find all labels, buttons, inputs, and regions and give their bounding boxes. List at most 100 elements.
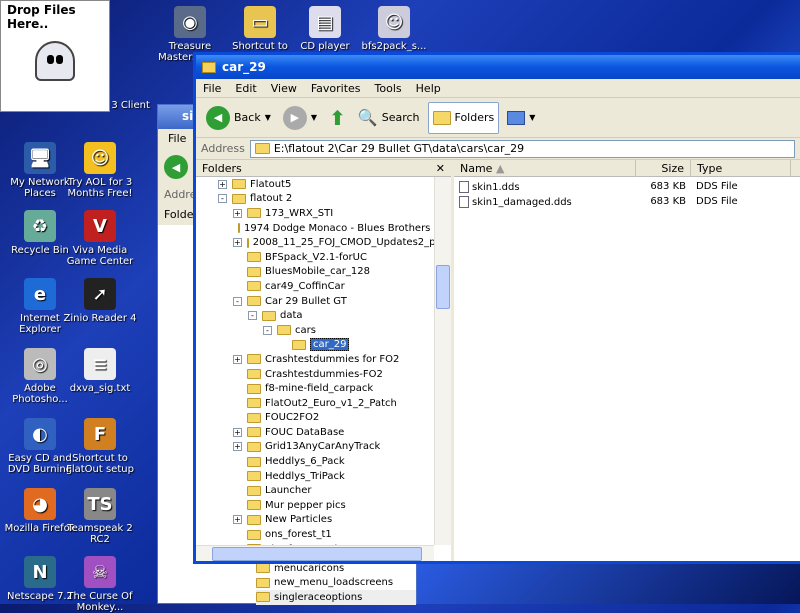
folder-icon: [247, 441, 261, 452]
back-label: Back: [234, 111, 261, 124]
search-button[interactable]: 🔍 Search: [354, 102, 424, 134]
app-icon: ◕: [24, 488, 56, 520]
back-button[interactable]: ◀ Back ▼: [202, 102, 275, 134]
tree-item-label: car_29: [310, 338, 350, 352]
desktop-icon[interactable]: TS Teamspeak 2 RC2: [60, 488, 140, 545]
tree-item[interactable]: + Flatout5: [196, 177, 434, 192]
collapse-icon[interactable]: -: [218, 194, 227, 204]
folder-icon: [232, 179, 246, 190]
desktop-icon[interactable]: ➚ Zinio Reader 4: [60, 278, 140, 324]
address-input[interactable]: E:\flatout 2\Car 29 Bullet GT\data\cars\…: [249, 139, 795, 158]
tree-vertical-scrollbar[interactable]: [434, 177, 451, 545]
collapse-icon[interactable]: -: [263, 325, 272, 335]
file-list-pane: Name ▲ Size Type skin1.dds 683 KB DDS File…: [454, 159, 800, 561]
tree-item[interactable]: FlatOut2_Euro_v1_2_Patch: [196, 396, 434, 411]
explorer-window[interactable]: car_29 File Edit View Favorites Tools He…: [193, 52, 800, 564]
file-row[interactable]: skin1_damaged.dds 683 KB DDS File: [454, 194, 800, 209]
menu-file[interactable]: File: [196, 82, 228, 95]
views-button[interactable]: ▼: [503, 102, 539, 134]
tree-item[interactable]: + Grid13AnyCarAnyTrack: [196, 440, 434, 455]
tree-item[interactable]: BluesMobile_car_128: [196, 265, 434, 280]
column-type[interactable]: Type: [691, 159, 791, 177]
tree-item[interactable]: Launcher: [196, 483, 434, 498]
menu-favorites[interactable]: Favorites: [304, 82, 368, 95]
expand-icon[interactable]: +: [233, 208, 242, 218]
file-size: 683 KB: [650, 181, 686, 192]
tree-item[interactable]: + New Particles: [196, 513, 434, 528]
file-name: skin1.dds: [472, 181, 520, 193]
chevron-down-icon[interactable]: ▼: [311, 113, 317, 122]
address-label: Address: [201, 142, 245, 155]
expand-icon[interactable]: +: [233, 354, 242, 364]
tree-item[interactable]: - data: [196, 308, 434, 323]
column-name[interactable]: Name ▲: [454, 159, 636, 177]
tree-item[interactable]: Heddlys_6_Pack: [196, 454, 434, 469]
bg-back-icon[interactable]: ◀: [164, 155, 188, 179]
folders-pane-title: Folders: [202, 161, 242, 175]
tree-item[interactable]: + Crashtestdummies for FO2: [196, 352, 434, 367]
scroll-thumb[interactable]: [436, 265, 450, 309]
desktop-icon[interactable]: ☠ The Curse Of Monkey...: [60, 556, 140, 613]
up-button[interactable]: ⬆: [325, 102, 350, 134]
menu-view[interactable]: View: [264, 82, 304, 95]
title-bar[interactable]: car_29: [196, 55, 800, 79]
tree-item[interactable]: ons_forest_t1: [196, 527, 434, 542]
close-icon[interactable]: ✕: [436, 162, 445, 175]
folders-button[interactable]: Folders: [427, 101, 500, 134]
expand-icon[interactable]: +: [233, 515, 242, 525]
desktop-icon[interactable]: ☺ Try AOL for 3 Months Free!: [60, 142, 140, 199]
tree-item[interactable]: car_29: [196, 338, 434, 353]
app-icon: ➚: [84, 278, 116, 310]
tree-item-label: car49_CoffinCar: [265, 280, 345, 292]
folder-icon: [247, 208, 261, 219]
menu-help[interactable]: Help: [409, 82, 448, 95]
desktop-icon[interactable]: F Shortcut to FlatOut setup: [60, 418, 140, 475]
tree-item[interactable]: - cars: [196, 323, 434, 338]
folder-icon: [247, 529, 261, 540]
tree-item[interactable]: car49_CoffinCar: [196, 279, 434, 294]
column-size[interactable]: Size: [636, 159, 691, 177]
tree-item[interactable]: - flatout 2: [196, 192, 434, 207]
drop-files-widget[interactable]: Drop Files Here..: [0, 0, 110, 112]
expand-icon[interactable]: +: [218, 179, 227, 189]
folder-icon: [292, 339, 306, 350]
menu-tools[interactable]: Tools: [368, 82, 409, 95]
file-row[interactable]: skin1.dds 683 KB DDS File: [454, 179, 800, 194]
tree-item-label: FOUC2FO2: [265, 412, 320, 424]
tree-item[interactable]: 1974 Dodge Monaco - Blues Brothers I: [196, 221, 434, 236]
app-icon: ▤: [309, 6, 341, 38]
collapse-icon[interactable]: -: [248, 311, 257, 321]
tree-item[interactable]: BFSpack_V2.1-forUC: [196, 250, 434, 265]
app-icon: F: [84, 418, 116, 450]
tree-item-label: Launcher: [265, 485, 312, 497]
tree-item[interactable]: - Car 29 Bullet GT: [196, 294, 434, 309]
expand-icon[interactable]: +: [233, 442, 242, 452]
chevron-down-icon[interactable]: ▼: [529, 113, 535, 122]
bg-tree-item[interactable]: new_menu_loadscreens: [256, 576, 416, 591]
desktop-icon[interactable]: V Viva Media Game Center: [60, 210, 140, 267]
search-label: Search: [381, 111, 420, 124]
menu-edit[interactable]: Edit: [228, 82, 263, 95]
expand-icon[interactable]: +: [233, 238, 242, 248]
folder-tree: + Flatout5- flatout 2 +173_WRX_STI 1974 Dodg…: [196, 177, 434, 545]
tree-horizontal-scrollbar[interactable]: [196, 545, 434, 561]
forward-button[interactable]: ▶ ▼: [279, 102, 321, 134]
tree-item[interactable]: Crashtestdummies-FO2: [196, 367, 434, 382]
bg-tree-item[interactable]: singleraceoptions: [256, 590, 416, 605]
expand-icon[interactable]: +: [233, 427, 242, 437]
tree-item[interactable]: Mur pepper pics: [196, 498, 434, 513]
tree-item[interactable]: FOUC2FO2: [196, 411, 434, 426]
desktop-icon[interactable]: ☺ bfs2pack_s...: [354, 6, 434, 52]
tree-item[interactable]: +2008_11_25_FOJ_CMOD_Updates2_p: [196, 235, 434, 250]
chevron-down-icon[interactable]: ▼: [265, 113, 271, 122]
desktop-icon[interactable]: ≡ dxva_sig.txt: [60, 348, 140, 394]
tree-item[interactable]: + FOUC DataBase: [196, 425, 434, 440]
tree-item[interactable]: Heddlys_TriPack: [196, 469, 434, 484]
app-icon: ☠: [84, 556, 116, 588]
app-icon: V: [84, 210, 116, 242]
scroll-thumb[interactable]: [212, 547, 422, 561]
file-name: skin1_damaged.dds: [472, 196, 572, 208]
collapse-icon[interactable]: -: [233, 296, 242, 306]
tree-item[interactable]: f8-mine-field_carpack: [196, 381, 434, 396]
tree-item[interactable]: +173_WRX_STI: [196, 206, 434, 221]
